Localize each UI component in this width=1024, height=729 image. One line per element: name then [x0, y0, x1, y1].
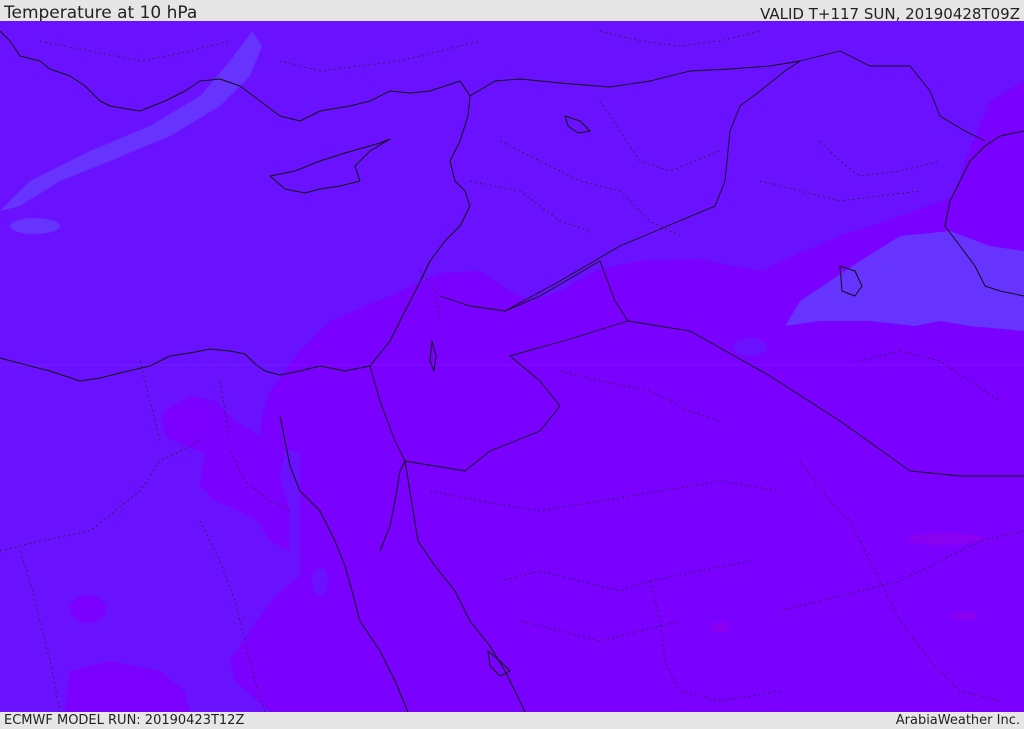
map-frame: Temperature at 10 hPa VALID T+117 SUN, 2… [0, 0, 1024, 729]
credit-label: ArabiaWeather Inc. [895, 713, 1020, 728]
footer-bar: ECMWF MODEL RUN: 20190423T12Z ArabiaWeat… [0, 712, 1024, 729]
model-run-label: ECMWF MODEL RUN: 20190423T12Z [4, 713, 245, 728]
warm-spot [953, 612, 977, 620]
iraq-cold-patch [733, 338, 767, 356]
warm-spot [70, 595, 106, 623]
warm-spot [162, 401, 218, 441]
weather-map [0, 21, 1024, 712]
map-title: Temperature at 10 hPa [4, 3, 198, 23]
coldest-patch [10, 218, 60, 234]
header-bar: Temperature at 10 hPa VALID T+117 SUN, 2… [0, 0, 1024, 23]
warm-spot [710, 622, 730, 632]
red-sea-cold-patch [312, 567, 328, 595]
warm-spot [907, 533, 983, 545]
